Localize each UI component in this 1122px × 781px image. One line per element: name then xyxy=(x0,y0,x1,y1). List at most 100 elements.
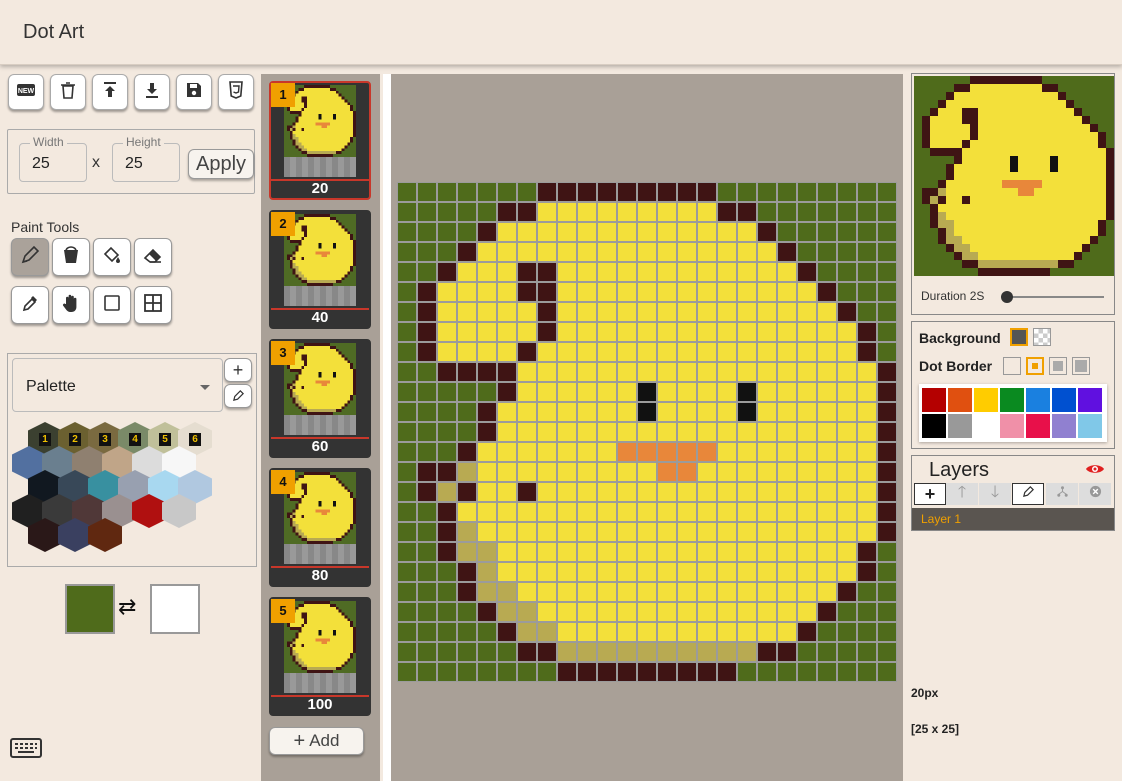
pixel-cell[interactable] xyxy=(557,242,577,262)
pixel-cell[interactable] xyxy=(417,202,437,222)
pixel-cell[interactable] xyxy=(497,302,517,322)
pixel-cell[interactable] xyxy=(437,462,457,482)
pixel-cell[interactable] xyxy=(517,222,537,242)
pixel-cell[interactable] xyxy=(777,582,797,602)
pixel-cell[interactable] xyxy=(397,282,417,302)
pixel-cell[interactable] xyxy=(577,602,597,622)
border-color-option[interactable] xyxy=(948,414,972,438)
pixel-cell[interactable] xyxy=(877,362,897,382)
pixel-cell[interactable] xyxy=(477,562,497,582)
pixel-cell[interactable] xyxy=(657,582,677,602)
pixel-cell[interactable] xyxy=(717,322,737,342)
pixel-cell[interactable] xyxy=(737,442,757,462)
pixel-cell[interactable] xyxy=(697,622,717,642)
pixel-cell[interactable] xyxy=(577,202,597,222)
delete-layer-button[interactable] xyxy=(1079,483,1111,505)
pixel-cell[interactable] xyxy=(777,462,797,482)
pixel-cell[interactable] xyxy=(857,322,877,342)
pixel-cell[interactable] xyxy=(617,422,637,442)
pixel-cell[interactable] xyxy=(637,502,657,522)
pixel-cell[interactable] xyxy=(397,382,417,402)
pixel-cell[interactable] xyxy=(497,262,517,282)
pixel-cell[interactable] xyxy=(637,642,657,662)
pixel-cell[interactable] xyxy=(797,582,817,602)
pixel-cell[interactable] xyxy=(697,262,717,282)
pixel-cell[interactable] xyxy=(877,662,897,682)
pixel-cell[interactable] xyxy=(617,522,637,542)
pixel-cell[interactable] xyxy=(817,222,837,242)
pixel-cell[interactable] xyxy=(677,202,697,222)
pixel-cell[interactable] xyxy=(657,662,677,682)
pixel-cell[interactable] xyxy=(637,302,657,322)
pixel-cell[interactable] xyxy=(437,442,457,462)
pixel-cell[interactable] xyxy=(837,362,857,382)
pixel-cell[interactable] xyxy=(877,202,897,222)
pixel-cell[interactable] xyxy=(477,402,497,422)
pixel-cell[interactable] xyxy=(557,642,577,662)
pixel-cell[interactable] xyxy=(597,482,617,502)
pixel-cell[interactable] xyxy=(777,362,797,382)
pixel-cell[interactable] xyxy=(477,462,497,482)
border-color-option[interactable] xyxy=(1000,414,1024,438)
pixel-cell[interactable] xyxy=(817,642,837,662)
pixel-cell[interactable] xyxy=(697,342,717,362)
pixel-cell[interactable] xyxy=(697,302,717,322)
pixel-cell[interactable] xyxy=(537,242,557,262)
pixel-cell[interactable] xyxy=(737,642,757,662)
pixel-cell[interactable] xyxy=(797,302,817,322)
pixel-cell[interactable] xyxy=(857,242,877,262)
pixel-cell[interactable] xyxy=(877,582,897,602)
pixel-cell[interactable] xyxy=(857,522,877,542)
pixel-cell[interactable] xyxy=(657,242,677,262)
pixel-cell[interactable] xyxy=(837,342,857,362)
pixel-cell[interactable] xyxy=(717,642,737,662)
pixel-cell[interactable] xyxy=(877,482,897,502)
pixel-cell[interactable] xyxy=(737,362,757,382)
pixel-cell[interactable] xyxy=(697,382,717,402)
pixel-cell[interactable] xyxy=(417,462,437,482)
pixel-cell[interactable] xyxy=(617,542,637,562)
pixel-cell[interactable] xyxy=(737,202,757,222)
pixel-cell[interactable] xyxy=(537,182,557,202)
pixel-cell[interactable] xyxy=(477,302,497,322)
pixel-cell[interactable] xyxy=(577,542,597,562)
frame-thumbnail[interactable]: 5 100 xyxy=(269,597,371,716)
pixel-cell[interactable] xyxy=(837,462,857,482)
pixel-cell[interactable] xyxy=(517,482,537,502)
pixel-cell[interactable] xyxy=(717,182,737,202)
pixel-cell[interactable] xyxy=(677,622,697,642)
pixel-cell[interactable] xyxy=(837,622,857,642)
pixel-cell[interactable] xyxy=(617,662,637,682)
pixel-cell[interactable] xyxy=(857,362,877,382)
pixel-cell[interactable] xyxy=(457,202,477,222)
pixel-cell[interactable] xyxy=(717,382,737,402)
pixel-cell[interactable] xyxy=(397,462,417,482)
pixel-cell[interactable] xyxy=(677,502,697,522)
pixel-cell[interactable] xyxy=(717,442,737,462)
pixel-cell[interactable] xyxy=(557,282,577,302)
pixel-cell[interactable] xyxy=(817,302,837,322)
pixel-cell[interactable] xyxy=(857,582,877,602)
pixel-cell[interactable] xyxy=(457,222,477,242)
pixel-cell[interactable] xyxy=(757,302,777,322)
pixel-cell[interactable] xyxy=(497,602,517,622)
pixel-cell[interactable] xyxy=(617,582,637,602)
pixel-cell[interactable] xyxy=(737,322,757,342)
pixel-cell[interactable] xyxy=(437,182,457,202)
pixel-cell[interactable] xyxy=(397,182,417,202)
pixel-cell[interactable] xyxy=(717,462,737,482)
pixel-cell[interactable] xyxy=(857,342,877,362)
pixel-cell[interactable] xyxy=(697,402,717,422)
pixel-cell[interactable] xyxy=(837,602,857,622)
pixel-cell[interactable] xyxy=(617,182,637,202)
new-button[interactable]: NEW xyxy=(8,74,44,110)
pixel-cell[interactable] xyxy=(717,302,737,322)
download-button[interactable] xyxy=(134,74,170,110)
pixel-cell[interactable] xyxy=(757,622,777,642)
primary-color-swatch[interactable] xyxy=(65,584,115,634)
pixel-cell[interactable] xyxy=(577,562,597,582)
pixel-cell[interactable] xyxy=(837,662,857,682)
pixel-cell[interactable] xyxy=(417,322,437,342)
pixel-cell[interactable] xyxy=(797,662,817,682)
pixel-cell[interactable] xyxy=(837,322,857,342)
